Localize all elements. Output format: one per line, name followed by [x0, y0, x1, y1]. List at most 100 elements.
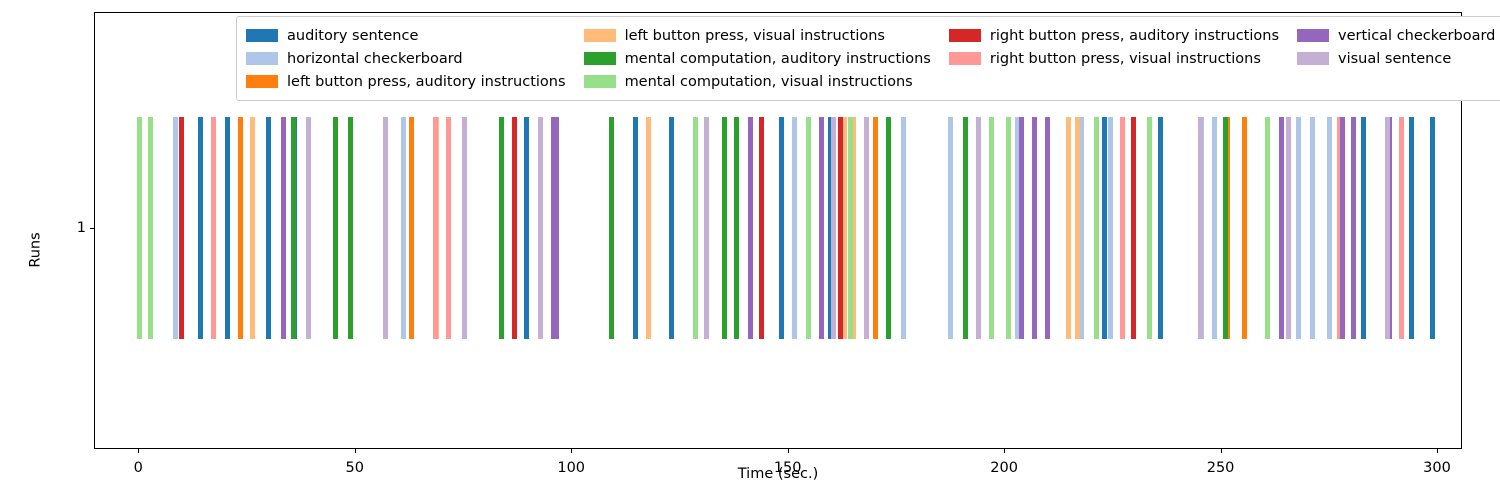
event-bar [445, 117, 451, 339]
event-bar [863, 117, 869, 339]
event-bar [1242, 117, 1248, 339]
legend-entry[interactable]: left button press, auditory instructions [246, 70, 566, 93]
event-bar [759, 117, 765, 339]
legend-entry[interactable]: left button press, visual instructions [583, 24, 931, 47]
event-bar [1286, 117, 1292, 339]
event-bar [498, 117, 504, 339]
legend-entry[interactable]: visual sentence [1297, 47, 1495, 70]
legend-entry[interactable]: mental computation, auditory instruction… [583, 47, 931, 70]
event-bar [791, 117, 797, 339]
event-bar [778, 117, 784, 339]
event-bar [523, 117, 529, 339]
event-bar [511, 117, 517, 339]
legend-entry[interactable]: right button press, visual instructions [948, 47, 1279, 70]
event-bar [225, 117, 231, 339]
event-bar [1119, 117, 1125, 339]
legend-entry[interactable]: right button press, auditory instruction… [948, 24, 1280, 47]
event-bar [250, 117, 256, 339]
event-bar [900, 117, 906, 339]
x-axis-label: Time (sec.) [737, 466, 819, 482]
legend-swatch-icon [246, 52, 278, 65]
event-bar [646, 117, 652, 339]
event-bar [962, 117, 968, 339]
event-bar [1350, 117, 1356, 339]
event-bar [947, 117, 953, 339]
x-tick [1220, 448, 1222, 453]
event-bar [461, 117, 467, 339]
legend-entry[interactable]: mental computation, visual instructions [583, 70, 931, 93]
legend-swatch-icon [1297, 29, 1330, 42]
legend-swatch-icon [246, 29, 278, 42]
event-bar [178, 117, 184, 339]
event-bar [433, 117, 439, 339]
legend-swatch-icon [948, 52, 981, 65]
x-tick [787, 448, 789, 453]
x-tick [571, 448, 573, 453]
event-bar [538, 117, 544, 339]
event-bar [400, 117, 406, 339]
event-bar [668, 117, 674, 339]
event-bar [747, 117, 753, 339]
legend-label: visual sentence [1338, 50, 1452, 67]
event-bar [692, 117, 698, 339]
event-bar [237, 117, 243, 339]
event-bar [873, 117, 879, 339]
event-bar [290, 117, 296, 339]
event-bar [1107, 117, 1113, 339]
x-tick [138, 448, 140, 453]
legend-label: mental computation, visual instructions [624, 73, 913, 90]
event-bar [553, 117, 559, 339]
legend-entry[interactable]: auditory sentence [246, 24, 566, 47]
event-bar [1327, 117, 1333, 339]
legend-label: left button press, auditory instructions [287, 73, 566, 90]
event-bar [1309, 117, 1315, 339]
event-bar [266, 117, 272, 339]
legend-swatch-icon [246, 75, 278, 88]
event-bar [1005, 117, 1011, 339]
event-bar [805, 117, 811, 339]
event-bar [1265, 117, 1271, 339]
event-bar [1131, 117, 1137, 339]
event-bar [704, 117, 710, 339]
legend-label: left button press, visual instructions [624, 27, 885, 44]
event-bar [632, 117, 638, 339]
legend-entry[interactable]: horizontal checkerboard [246, 47, 566, 70]
event-bar [848, 117, 854, 339]
legend: auditory sentence horizontal checkerboard… [236, 16, 1500, 101]
event-bar [830, 117, 836, 339]
event-bar [306, 117, 312, 339]
event-bar [172, 117, 178, 339]
event-bar [1101, 117, 1107, 339]
event-bar [136, 117, 142, 339]
event-bar [1197, 117, 1203, 339]
event-bar [347, 117, 353, 339]
legend-column: auditory sentence horizontal checkerboard… [246, 24, 566, 93]
legend-column: right button press, auditory instruction… [948, 24, 1280, 70]
event-bar [1074, 117, 1080, 339]
event-bar [819, 117, 825, 339]
legend-entry[interactable]: vertical checkerboard [1297, 24, 1495, 47]
event-bar [1147, 117, 1153, 339]
x-tick [1004, 448, 1006, 453]
event-bar [1222, 117, 1228, 339]
event-bar [1019, 117, 1025, 339]
event-bar [1211, 117, 1217, 339]
event-bar [383, 117, 389, 339]
event-plot-figure: 0 50 100 150 200 250 300 1 Time (sec.) Runs au… [0, 0, 1500, 500]
event-bar [1094, 117, 1100, 339]
legend-swatch-icon [583, 75, 616, 88]
legend-label: right button press, auditory instruction… [989, 27, 1280, 44]
event-bar [1158, 117, 1164, 339]
event-bar [281, 117, 287, 339]
legend-swatch-icon [583, 52, 616, 65]
event-bar [408, 117, 414, 339]
event-bar [989, 117, 995, 339]
event-bar [211, 117, 217, 339]
legend-label: vertical checkerboard [1338, 27, 1496, 44]
event-bar [1361, 117, 1367, 339]
legend-swatch-icon [1297, 52, 1330, 65]
event-bar [976, 117, 982, 339]
x-tick [354, 448, 356, 453]
event-bar [721, 117, 727, 339]
y-tick [90, 228, 95, 229]
